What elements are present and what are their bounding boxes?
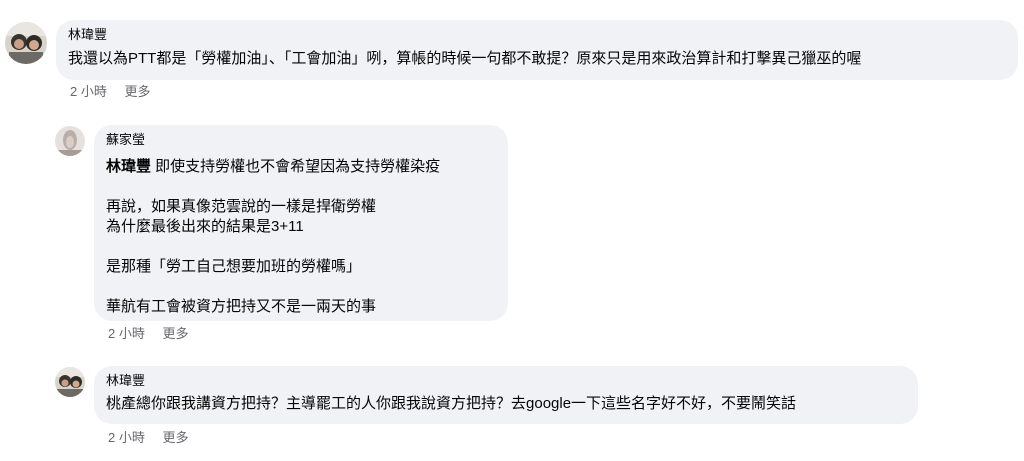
comment-author[interactable]: 林瑋豐	[106, 372, 906, 390]
comment-bubble: 蘇家瑩 林瑋豐 即使支持勞權也不會希望因為支持勞權染疫 再說，如果真像范雲說的一…	[94, 125, 508, 321]
timestamp-link[interactable]: 2 小時	[70, 84, 107, 100]
avatar-photo-icon	[5, 22, 47, 64]
comment-text-line: 林瑋豐 即使支持勞權也不會希望因為支持勞權染疫	[106, 157, 496, 177]
comment-author[interactable]: 蘇家瑩	[106, 131, 496, 149]
comment-text: 即使支持勞權也不會希望因為支持勞權染疫	[151, 158, 441, 175]
comment-meta: 2 小時 更多	[108, 430, 188, 446]
comment-meta: 2 小時 更多	[108, 326, 188, 342]
avatar-photo-icon	[55, 126, 85, 156]
avatar[interactable]	[55, 126, 85, 156]
comment-text-line: 為什麼最後出來的結果是3+11	[106, 218, 304, 235]
more-button[interactable]: 更多	[124, 84, 150, 100]
comment-meta: 2 小時 更多	[70, 84, 150, 100]
mention-link[interactable]: 林瑋豐	[106, 158, 151, 175]
avatar[interactable]	[5, 22, 47, 64]
comment-author[interactable]: 林瑋豐	[68, 26, 1006, 44]
comment-bubble: 林瑋豐 桃產總你跟我講資方把持？主導罷工的人你跟我說資方把持？去google一下…	[94, 366, 918, 424]
timestamp-link[interactable]: 2 小時	[108, 430, 145, 446]
comment-text: 桃產總你跟我講資方把持？主導罷工的人你跟我說資方把持？去google一下這些名字…	[106, 395, 797, 412]
more-button[interactable]: 更多	[162, 326, 188, 342]
comment-text-line: 是那種「勞工自己想要加班的勞權嗎」	[106, 258, 362, 275]
avatar-photo-icon	[55, 367, 85, 397]
comment-text: 我還以為PTT都是「勞權加油」、「工會加油」咧，算帳的時候一句都不敢提？原來只是…	[68, 50, 862, 67]
comment-text-line: 再說，如果真像范雲說的一樣是捍衛勞權	[106, 198, 377, 215]
more-button[interactable]: 更多	[162, 430, 188, 446]
comment-bubble: 林瑋豐 我還以為PTT都是「勞權加油」、「工會加油」咧，算帳的時候一句都不敢提？…	[56, 20, 1018, 80]
avatar[interactable]	[55, 367, 85, 397]
timestamp-link[interactable]: 2 小時	[108, 326, 145, 342]
comment-text-line: 華航有工會被資方把持又不是一兩天的事	[106, 298, 377, 315]
